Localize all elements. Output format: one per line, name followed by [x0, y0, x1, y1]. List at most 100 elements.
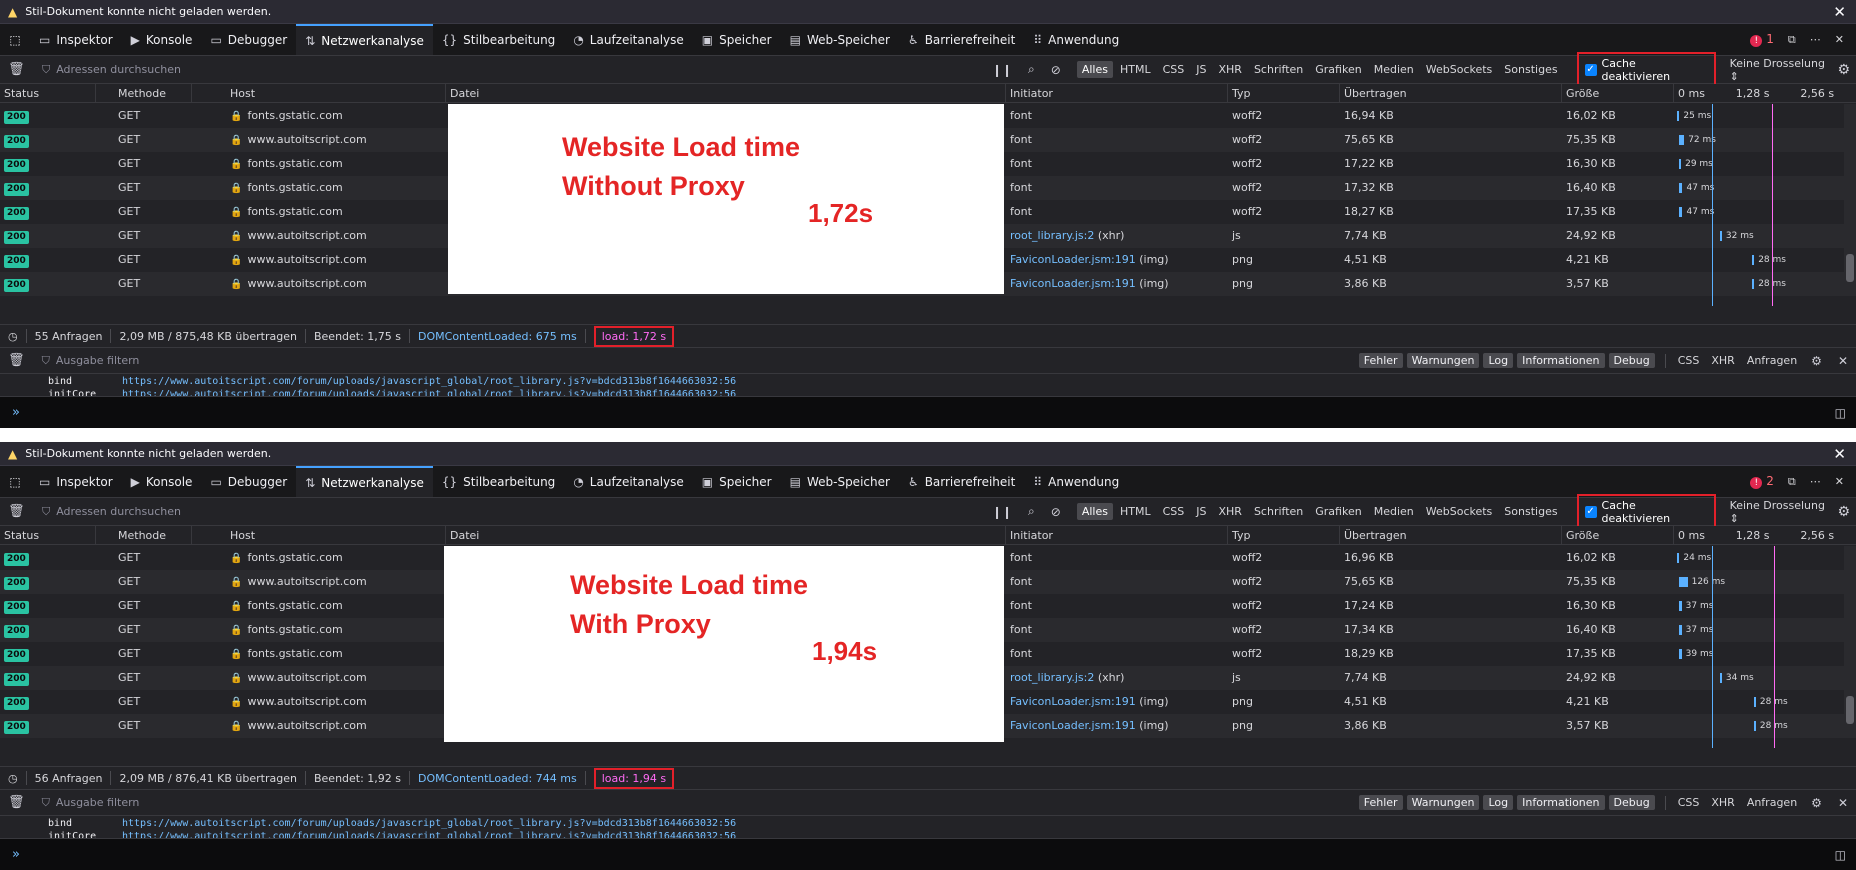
tab-storage[interactable]: ▤ Web-Speicher: [781, 466, 899, 497]
column-header-size[interactable]: Größe: [1562, 526, 1674, 545]
tab-storage[interactable]: ▤ Web-Speicher: [781, 24, 899, 55]
dock-icon[interactable]: ⧉: [1788, 33, 1796, 47]
column-header-type[interactable]: Typ: [1228, 526, 1340, 545]
type-filter-grafiken[interactable]: Grafiken: [1310, 503, 1366, 520]
column-header-host[interactable]: Host: [226, 84, 446, 103]
initiator-link[interactable]: root_library.js:2: [1010, 671, 1094, 684]
type-filter-grafiken[interactable]: Grafiken: [1310, 61, 1366, 78]
type-filter-sonstiges[interactable]: Sonstiges: [1499, 503, 1562, 520]
console-filter-anfragen[interactable]: Anfragen: [1747, 796, 1797, 809]
column-header-method[interactable]: Methode: [114, 526, 192, 545]
initiator-link[interactable]: FaviconLoader.jsm:191: [1010, 695, 1136, 708]
console-gear-icon[interactable]: ⚙: [1811, 354, 1822, 368]
tab-accessibility[interactable]: ♿ Barrierefreiheit: [899, 24, 1024, 55]
gear-icon[interactable]: ⚙: [1837, 62, 1850, 78]
initiator-link[interactable]: FaviconLoader.jsm:191: [1010, 277, 1136, 290]
console-input[interactable]: » ◫: [0, 396, 1856, 428]
tab-debugger[interactable]: ▭ Debugger: [201, 24, 296, 55]
more-options-icon[interactable]: ⋯: [1810, 33, 1821, 46]
element-picker-icon[interactable]: ⬚: [0, 24, 30, 55]
console-trash-icon[interactable]: 🗑: [8, 353, 28, 368]
type-filter-schriften[interactable]: Schriften: [1249, 61, 1308, 78]
tab-style-editor[interactable]: {} Stilbearbeitung: [433, 24, 564, 55]
log-level-informationen[interactable]: Informationen: [1517, 795, 1605, 810]
tab-debugger[interactable]: ▭ Debugger: [201, 466, 296, 497]
tab-style-editor[interactable]: {} Stilbearbeitung: [433, 466, 564, 497]
tab-network[interactable]: ⇅ Netzwerkanalyse: [296, 24, 433, 55]
log-level-log[interactable]: Log: [1483, 353, 1514, 368]
console-filter-xhr[interactable]: XHR: [1711, 354, 1734, 367]
search-icon[interactable]: ⌕: [1028, 62, 1035, 77]
column-header-method[interactable]: Methode: [114, 84, 192, 103]
column-header-size[interactable]: Größe: [1562, 84, 1674, 103]
close-icon[interactable]: ✕: [1833, 3, 1846, 21]
column-header-host[interactable]: Host: [226, 526, 446, 545]
type-filter-sonstiges[interactable]: Sonstiges: [1499, 61, 1562, 78]
column-header-type[interactable]: Typ: [1228, 84, 1340, 103]
trash-icon[interactable]: 🗑: [8, 62, 28, 77]
sidebar-toggle-icon[interactable]: ◫: [1835, 848, 1846, 862]
disable-cache-checkbox[interactable]: ✓ Cache deaktivieren: [1576, 51, 1716, 88]
column-header-status[interactable]: Status: [0, 526, 96, 545]
trace-url-link[interactable]: https://www.autoitscript.com/forum/uploa…: [122, 817, 736, 830]
console-filter-xhr[interactable]: XHR: [1711, 796, 1734, 809]
type-filter-css[interactable]: CSS: [1158, 61, 1190, 78]
tab-memory[interactable]: ▣ Speicher: [693, 24, 781, 55]
close-toolbox-icon[interactable]: ✕: [1835, 33, 1844, 46]
type-filter-xhr[interactable]: XHR: [1214, 503, 1247, 520]
scrollbar[interactable]: [1844, 546, 1856, 728]
disable-cache-checkbox[interactable]: ✓ Cache deaktivieren: [1576, 493, 1716, 530]
column-header-initiator[interactable]: Initiator: [1006, 526, 1228, 545]
log-level-informationen[interactable]: Informationen: [1517, 353, 1605, 368]
tab-console[interactable]: ▶ Konsole: [122, 24, 202, 55]
log-level-fehler[interactable]: Fehler: [1358, 353, 1403, 368]
log-level-debug[interactable]: Debug: [1608, 795, 1655, 810]
pause-icon[interactable]: ❙❙: [992, 505, 1012, 519]
log-level-warnungen[interactable]: Warnungen: [1406, 353, 1480, 368]
close-icon[interactable]: ✕: [1833, 445, 1846, 463]
dock-icon[interactable]: ⧉: [1788, 475, 1796, 489]
type-filter-websockets[interactable]: WebSockets: [1421, 61, 1498, 78]
console-filter-input[interactable]: Ausgabe filtern: [56, 354, 1359, 367]
element-picker-icon[interactable]: ⬚: [0, 466, 30, 497]
url-filter-input[interactable]: Adressen durchsuchen: [56, 63, 984, 76]
initiator-link[interactable]: root_library.js:2: [1010, 229, 1094, 242]
type-filter-css[interactable]: CSS: [1158, 503, 1190, 520]
log-level-warnungen[interactable]: Warnungen: [1406, 795, 1480, 810]
console-filter-anfragen[interactable]: Anfragen: [1747, 354, 1797, 367]
console-gear-icon[interactable]: ⚙: [1811, 796, 1822, 810]
close-toolbox-icon[interactable]: ✕: [1835, 475, 1844, 488]
column-header-file[interactable]: Datei: [446, 526, 1006, 545]
column-header-status[interactable]: Status: [0, 84, 96, 103]
column-header-initiator[interactable]: Initiator: [1006, 84, 1228, 103]
type-filter-xhr[interactable]: XHR: [1214, 61, 1247, 78]
console-trash-icon[interactable]: 🗑: [8, 795, 28, 810]
tab-application[interactable]: ⠿ Anwendung: [1024, 466, 1128, 497]
gear-icon[interactable]: ⚙: [1837, 504, 1850, 520]
log-level-log[interactable]: Log: [1483, 795, 1514, 810]
type-filter-html[interactable]: HTML: [1115, 503, 1156, 520]
block-icon[interactable]: ⊘: [1051, 505, 1061, 519]
log-level-fehler[interactable]: Fehler: [1358, 795, 1403, 810]
console-filter-css[interactable]: CSS: [1678, 354, 1700, 367]
type-filter-medien[interactable]: Medien: [1369, 503, 1419, 520]
tab-application[interactable]: ⠿ Anwendung: [1024, 24, 1128, 55]
console-close-icon[interactable]: ✕: [1838, 796, 1848, 810]
tab-inspector[interactable]: ▭ Inspektor: [30, 466, 122, 497]
type-filter-websockets[interactable]: WebSockets: [1421, 503, 1498, 520]
tab-network[interactable]: ⇅ Netzwerkanalyse: [296, 466, 433, 497]
trash-icon[interactable]: 🗑: [8, 504, 28, 519]
tab-memory[interactable]: ▣ Speicher: [693, 466, 781, 497]
tab-accessibility[interactable]: ♿ Barrierefreiheit: [899, 466, 1024, 497]
error-count-badge[interactable]: ! 1: [1750, 32, 1774, 47]
log-level-debug[interactable]: Debug: [1608, 353, 1655, 368]
scrollbar[interactable]: [1844, 104, 1856, 286]
throttling-select[interactable]: Keine Drosselung ⇕: [1730, 57, 1838, 83]
timer-icon[interactable]: ◷: [8, 330, 18, 343]
console-filter-input[interactable]: Ausgabe filtern: [56, 796, 1359, 809]
tab-performance[interactable]: ◔ Laufzeitanalyse: [564, 24, 692, 55]
column-header-transferred[interactable]: Übertragen: [1340, 526, 1562, 545]
initiator-link[interactable]: FaviconLoader.jsm:191: [1010, 719, 1136, 732]
scrollbar-thumb[interactable]: [1846, 696, 1854, 724]
type-filter-js[interactable]: JS: [1191, 61, 1211, 78]
